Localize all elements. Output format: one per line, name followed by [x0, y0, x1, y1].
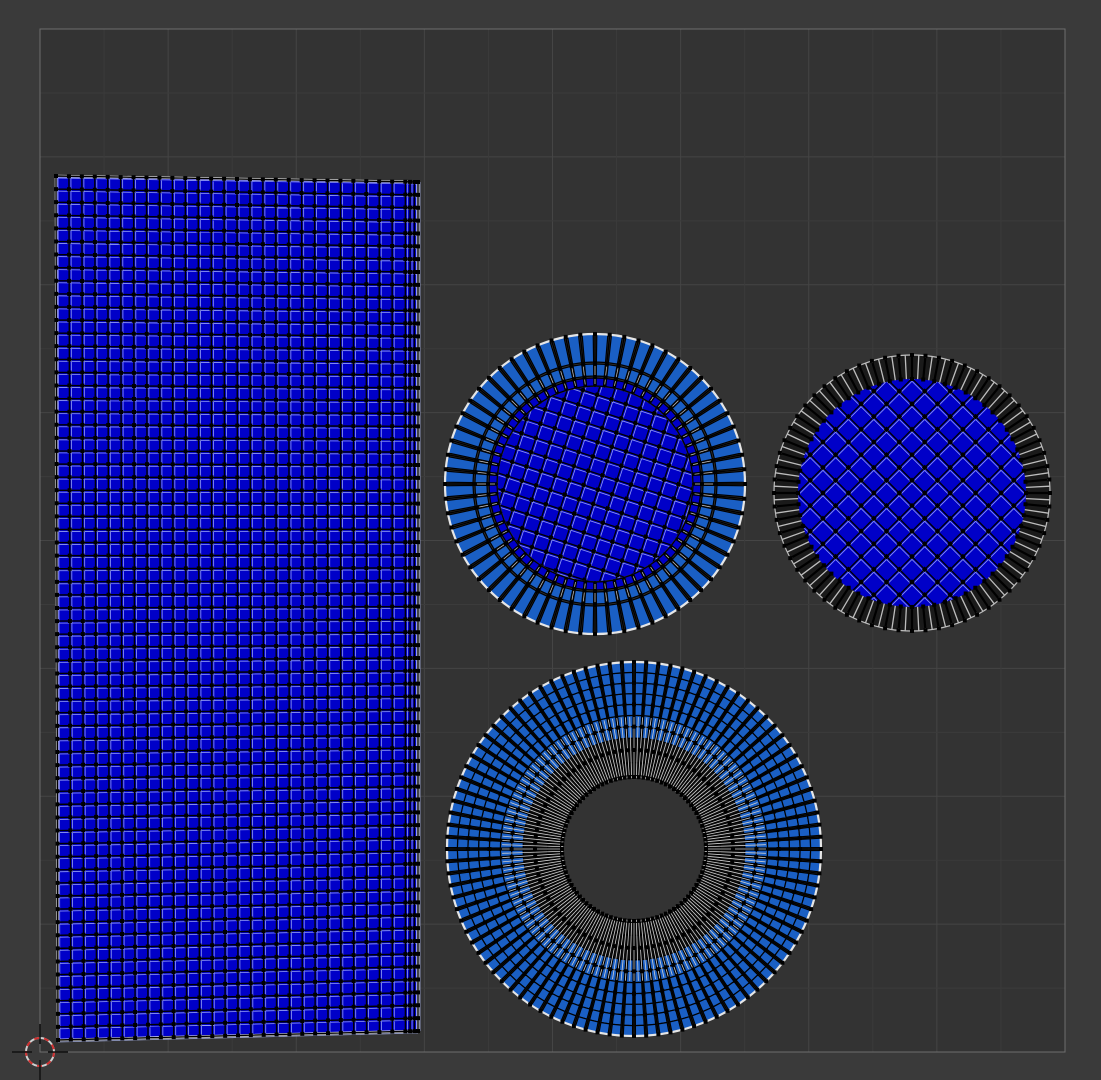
- rectangle-island[interactable]: [54, 174, 421, 1043]
- uv-canvas[interactable]: [0, 0, 1101, 1080]
- uv-editor-viewport[interactable]: [0, 0, 1101, 1080]
- tube-island[interactable]: [445, 660, 823, 1038]
